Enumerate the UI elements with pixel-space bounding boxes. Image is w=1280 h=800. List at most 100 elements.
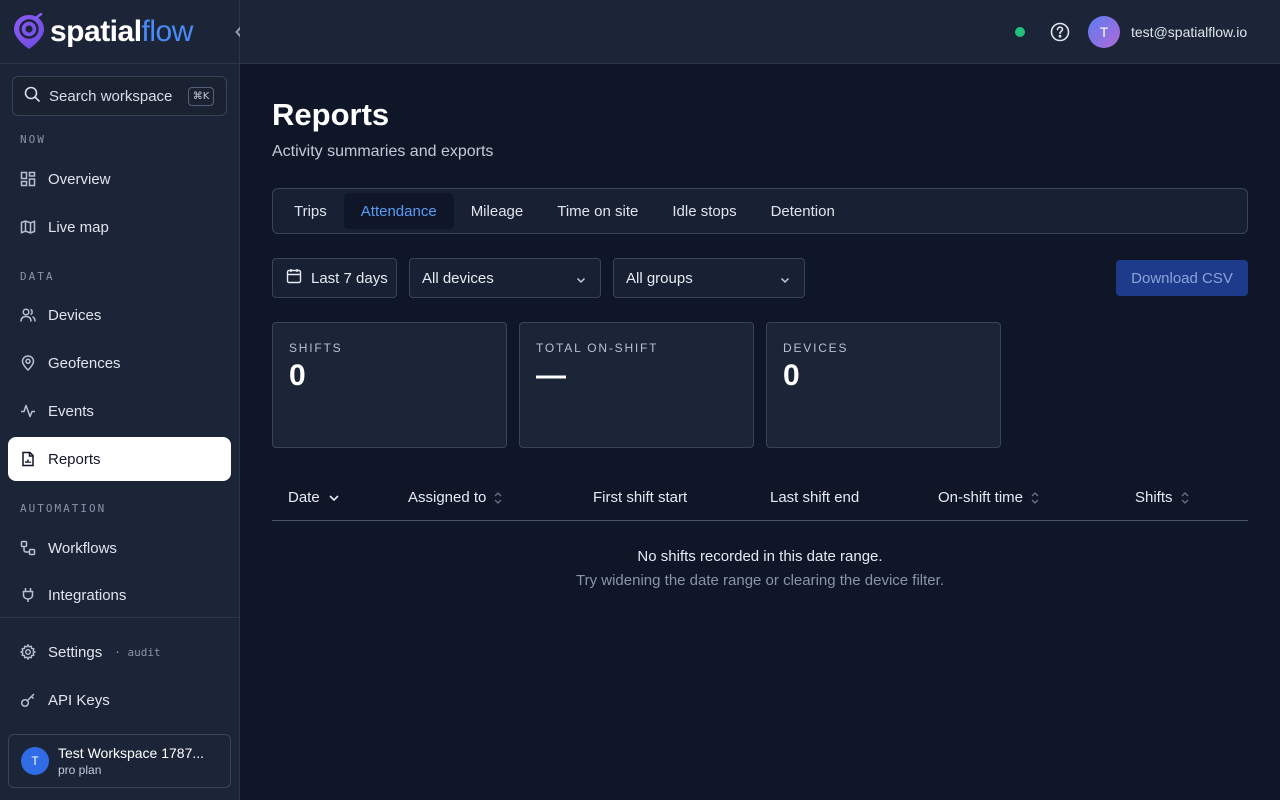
stat-value: 0 [289,359,306,392]
sidebar-divider [0,617,240,618]
groups-select[interactable]: All groups [613,258,805,298]
date-range-button[interactable]: Last 7 days [272,258,397,298]
sidebar-item-label: Reports [48,450,101,468]
sidebar-item-overview[interactable]: Overview [8,157,231,201]
column-header-shifts[interactable]: Shifts [1135,489,1189,506]
sidebar-item-label: Overview [48,170,111,188]
stat-label: SHIFTS [289,341,343,355]
sidebar-item-label: Live map [48,218,109,236]
tab-attendance[interactable]: Attendance [343,193,454,229]
workspace-switcher[interactable]: T Test Workspace 1787... pro plan [8,734,231,788]
sidebar-item-label: Geofences [48,354,121,372]
sidebar-item-label: Integrations [48,586,127,604]
workflow-icon [20,540,36,556]
stat-card-total-on-shift: TOTAL ON-SHIFT — [519,322,754,448]
top-bar: T test@spatialflow.io [240,0,1280,64]
chevron-down-icon [576,272,586,289]
column-header-label: Assigned to [408,489,487,506]
section-label-automation: AUTOMATION [20,502,107,515]
tab-idle-stops[interactable]: Idle stops [655,193,753,229]
stat-card-shifts: SHIFTS 0 [272,322,507,448]
download-csv-button[interactable]: Download CSV [1116,260,1248,296]
help-icon[interactable] [1049,21,1071,43]
tab-detention[interactable]: Detention [754,193,852,229]
map-icon [20,219,36,235]
workspace-name: Test Workspace 1787... [58,745,205,761]
column-header-label: Shifts [1135,489,1173,506]
brand-wordmark: spatialflow [50,14,194,48]
sort-icon [1031,491,1039,505]
sidebar: spatialflow Search workspace ⌘K NOW Over… [0,0,242,800]
sidebar-item-settings[interactable]: Settings · audit [8,630,231,674]
groups-select-value: All groups [626,269,693,287]
workspace-avatar: T [21,747,49,775]
brand-word-part2: flow [141,14,194,48]
stat-label: DEVICES [783,341,849,355]
plug-icon [20,587,36,603]
stat-card-devices: DEVICES 0 [766,322,1001,448]
activity-pulse-icon [20,403,36,419]
column-header-first-shift-start: First shift start [593,489,687,506]
section-label-data: DATA [20,270,55,283]
search-workspace-button[interactable]: Search workspace ⌘K [12,76,227,116]
calendar-icon [286,268,302,288]
workspace-plan: pro plan [58,763,102,777]
user-email[interactable]: test@spatialflow.io [1131,24,1247,40]
column-header-label: On-shift time [938,489,1024,506]
page-title: Reports [272,97,390,132]
connection-status-dot [1015,27,1025,37]
column-header-label: First shift start [593,489,688,506]
empty-state-hint: Try widening the date range or clearing … [576,572,944,589]
chevron-down-icon [780,272,790,289]
column-header-assigned-to[interactable]: Assigned to [408,489,502,506]
devices-select-value: All devices [422,269,494,287]
sort-icon [494,491,502,505]
dashboard-grid-icon [20,171,36,187]
sort-icon [1181,491,1189,505]
stat-value: 0 [783,359,800,392]
page-subtitle: Activity summaries and exports [272,143,494,160]
sidebar-item-geofences[interactable]: Geofences [8,341,231,385]
column-header-date[interactable]: Date [288,489,340,506]
devices-select[interactable]: All devices [409,258,601,298]
sidebar-item-label: API Keys [48,691,110,709]
column-header-on-shift-time[interactable]: On-shift time [938,489,1039,506]
search-shortcut-badge: ⌘K [188,86,214,106]
sidebar-item-events[interactable]: Events [8,389,231,433]
users-icon [20,307,36,323]
location-pin-logo-icon [12,12,46,52]
tab-trips[interactable]: Trips [277,193,344,229]
map-pin-icon [20,355,36,371]
search-placeholder: Search workspace [49,87,173,105]
key-icon [20,692,36,708]
search-icon [24,86,40,107]
file-chart-icon [20,451,36,467]
sidebar-item-devices[interactable]: Devices [8,293,231,337]
settings-audit-tag: · audit [114,645,161,659]
column-header-label: Last shift end [770,489,860,506]
section-label-now: NOW [20,133,46,146]
column-header-last-shift-end: Last shift end [770,489,859,506]
sidebar-item-label: Settings [48,643,103,661]
empty-state-title: No shifts recorded in this date range. [637,548,883,565]
sidebar-item-label: Events [48,402,94,420]
date-range-label: Last 7 days [311,269,388,287]
brand-word-part1: spatial [50,14,142,48]
stat-label: TOTAL ON-SHIFT [536,341,659,355]
sidebar-item-label: Workflows [48,539,117,557]
gear-icon [20,644,36,660]
sidebar-item-api-keys[interactable]: API Keys [8,678,231,722]
sidebar-item-reports[interactable]: Reports [8,437,231,481]
tab-time-on-site[interactable]: Time on site [540,193,655,229]
tab-mileage[interactable]: Mileage [454,193,541,229]
stat-value: — [536,359,566,392]
sidebar-item-live-map[interactable]: Live map [8,205,231,249]
sidebar-item-integrations[interactable]: Integrations [8,574,231,616]
user-avatar[interactable]: T [1088,16,1120,48]
brand[interactable]: spatialflow [0,0,240,64]
table-header: Date Assigned to First shift start Last … [272,474,1248,521]
sidebar-item-label: Devices [48,306,102,324]
sidebar-item-workflows[interactable]: Workflows [8,526,231,570]
sort-descending-icon [328,493,340,503]
column-header-label: Date [288,489,320,506]
